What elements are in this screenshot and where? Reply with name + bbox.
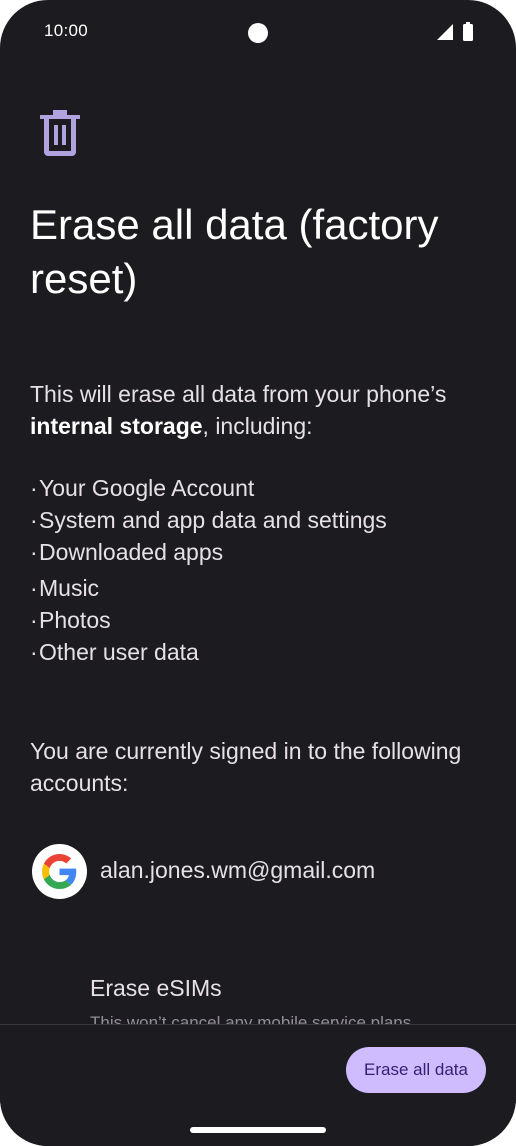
bullet: · xyxy=(30,639,38,665)
erase-esims-toggle-label[interactable]: Erase eSIMs xyxy=(90,975,222,1002)
list-item-label: Other user data xyxy=(39,639,199,665)
google-logo-icon xyxy=(42,854,77,889)
list-item-label: Photos xyxy=(39,607,111,633)
bullet: · xyxy=(30,607,38,633)
list-item: ·Your Google Account xyxy=(30,472,490,504)
intro-text: This will erase all data from your phone… xyxy=(30,378,490,442)
erase-esims-subtitle: This won’t cancel any mobile service pla… xyxy=(90,1013,412,1024)
list-item-label: Your Google Account xyxy=(39,475,255,501)
erase-all-data-button[interactable]: Erase all data xyxy=(346,1047,486,1093)
list-item-label: System and app data and settings xyxy=(39,507,387,533)
list-item: ·Music xyxy=(30,572,490,604)
accounts-text: You are currently signed in to the follo… xyxy=(30,738,462,796)
list-item: ·Other user data xyxy=(30,636,490,668)
list-item: ·Photos xyxy=(30,604,490,636)
camera-cutout xyxy=(248,23,268,43)
list-item-label: Music xyxy=(39,575,100,601)
erase-items-list: ·Your Google Account ·System and app dat… xyxy=(30,472,490,668)
list-item: ·Downloaded apps xyxy=(30,536,490,568)
list-item: ·System and app data and settings xyxy=(30,504,490,536)
status-bar: 10:00 xyxy=(0,0,516,64)
account-email: alan.jones.wm@gmail.com xyxy=(100,857,376,883)
bullet: · xyxy=(30,475,38,501)
list-item-label: Downloaded apps xyxy=(39,539,224,565)
bullet: · xyxy=(30,575,38,601)
signal-icon xyxy=(437,24,453,40)
intro-prefix: This will erase all data from your phone… xyxy=(30,381,447,407)
account-row: alan.jones.wm@gmail.com xyxy=(32,844,472,900)
status-time: 10:00 xyxy=(44,21,89,40)
phone-screen: 10:00 Erase all data (factory reset) Thi… xyxy=(0,0,516,1146)
page-title: Erase all data (factory reset) xyxy=(30,201,439,302)
intro-suffix: , including: xyxy=(202,413,313,439)
intro-bold: internal storage xyxy=(30,413,203,439)
bullet: · xyxy=(30,539,38,565)
avatar xyxy=(32,844,87,899)
bullet: · xyxy=(30,507,38,533)
battery-icon xyxy=(463,22,473,41)
trash-icon xyxy=(40,110,80,156)
home-indicator[interactable] xyxy=(190,1127,326,1133)
